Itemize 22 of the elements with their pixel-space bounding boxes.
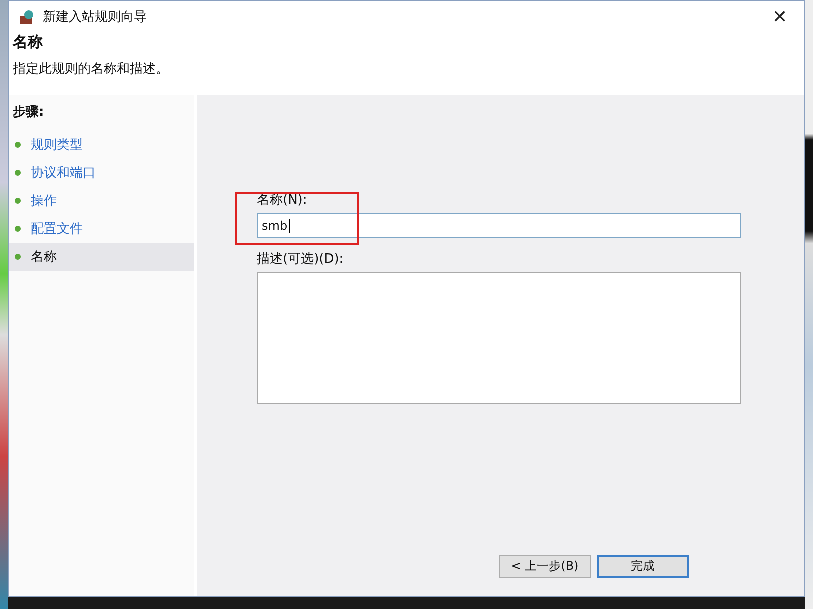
back-button[interactable]: < 上一步(B) — [499, 555, 591, 578]
step-item[interactable]: 协议和端口 — [9, 159, 194, 187]
page-title: 名称 — [13, 33, 43, 52]
name-label: 名称(N): — [257, 192, 308, 209]
window-title: 新建入站规则向导 — [43, 9, 148, 26]
description-field[interactable] — [257, 272, 741, 404]
description-label: 描述(可选)(D): — [257, 251, 344, 268]
finish-button[interactable]: 完成 — [597, 555, 689, 578]
bullet-icon — [15, 254, 21, 260]
name-field[interactable]: smb — [257, 213, 741, 238]
bullet-icon — [15, 170, 21, 176]
bullet-icon — [15, 198, 21, 204]
step-item[interactable]: 规则类型 — [9, 131, 194, 159]
step-item[interactable]: 名称 — [9, 243, 194, 271]
step-item[interactable]: 配置文件 — [9, 215, 194, 243]
step-item[interactable]: 操作 — [9, 187, 194, 215]
bullet-icon — [15, 226, 21, 232]
page-subtitle: 指定此规则的名称和描述。 — [13, 61, 169, 78]
close-button[interactable]: ✕ — [766, 5, 794, 29]
shield-icon — [19, 10, 35, 24]
bullet-icon — [15, 142, 21, 148]
steps-heading: 步骤: — [12, 104, 46, 122]
